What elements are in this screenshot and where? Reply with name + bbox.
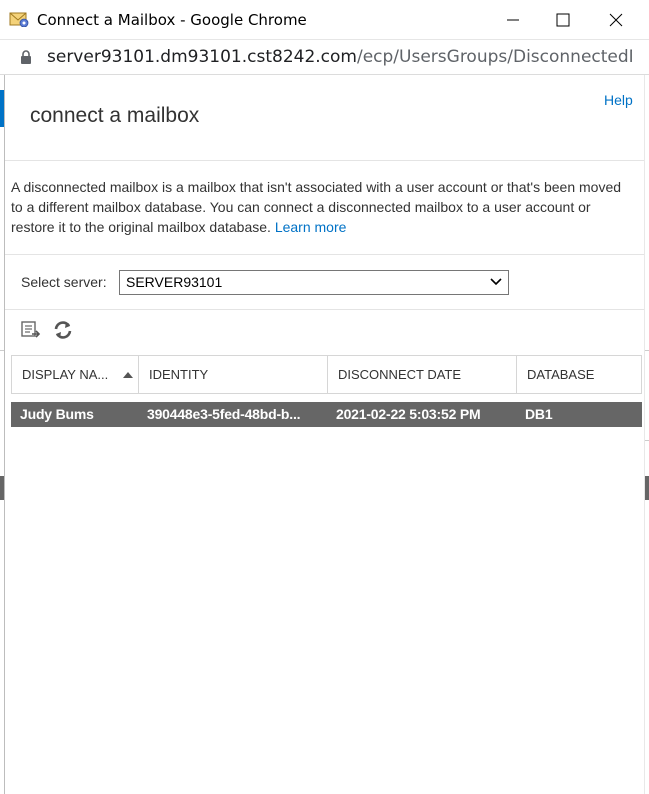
url-path: /ecp/UsersGroups/DisconnectedMailb... (356, 47, 632, 67)
divider (5, 254, 644, 255)
column-header-display-name[interactable]: DISPLAY NA... (12, 356, 139, 393)
url-host: server93101.dm93101.cst8242.com (47, 47, 357, 67)
url-text[interactable]: server93101.dm93101.cst8242.com/ecp/User… (47, 47, 632, 67)
dialog-title: connect a mailbox (30, 104, 200, 127)
maximize-button[interactable] (538, 0, 588, 40)
help-link[interactable]: Help (604, 92, 633, 108)
cell-display-name: Judy Bums (20, 406, 94, 422)
select-server-label: Select server: (21, 274, 107, 290)
grid-header: DISPLAY NA... IDENTITY DISCONNECT DATE D… (11, 355, 642, 394)
close-button[interactable] (591, 0, 641, 40)
window-titlebar: Connect a Mailbox - Google Chrome (0, 0, 649, 40)
disconnected-mailboxes-grid: DISPLAY NA... IDENTITY DISCONNECT DATE D… (11, 355, 642, 427)
address-bar[interactable]: server93101.dm93101.cst8242.com/ecp/User… (0, 40, 649, 75)
column-label: DISCONNECT DATE (338, 367, 462, 382)
dialog-border-left (4, 75, 5, 794)
column-header-database[interactable]: DATABASE (517, 356, 641, 393)
divider (5, 160, 644, 161)
cell-database: DB1 (525, 406, 553, 422)
minimize-icon (507, 19, 519, 21)
column-label: IDENTITY (149, 367, 209, 382)
connect-mailbox-icon[interactable] (20, 319, 42, 341)
divider (5, 309, 644, 310)
chevron-down-icon (490, 278, 502, 286)
server-select[interactable]: SERVER93101 (119, 270, 509, 295)
mail-app-icon (9, 12, 29, 27)
column-label: DATABASE (527, 367, 595, 382)
server-select-value: SERVER93101 (126, 274, 223, 290)
column-header-identity[interactable]: IDENTITY (139, 356, 328, 393)
window-title: Connect a Mailbox - Google Chrome (37, 11, 307, 29)
lock-icon[interactable] (20, 50, 32, 64)
dialog-border-right (644, 75, 645, 794)
refresh-icon[interactable] (52, 319, 74, 341)
cell-identity: 390448e3-5fed-48bd-b... (147, 406, 301, 422)
maximize-icon (556, 13, 570, 27)
sort-ascending-icon (123, 372, 133, 378)
table-row[interactable]: Judy Bums 390448e3-5fed-48bd-b... 2021-0… (11, 402, 642, 427)
learn-more-link[interactable]: Learn more (275, 219, 347, 235)
description: A disconnected mailbox is a mailbox that… (11, 177, 631, 237)
close-icon (609, 13, 623, 27)
column-label: DISPLAY NA... (22, 367, 109, 382)
cell-disconnect-date: 2021-02-22 5:03:52 PM (336, 406, 481, 422)
minimize-button[interactable] (488, 0, 538, 40)
column-header-disconnect-date[interactable]: DISCONNECT DATE (328, 356, 517, 393)
